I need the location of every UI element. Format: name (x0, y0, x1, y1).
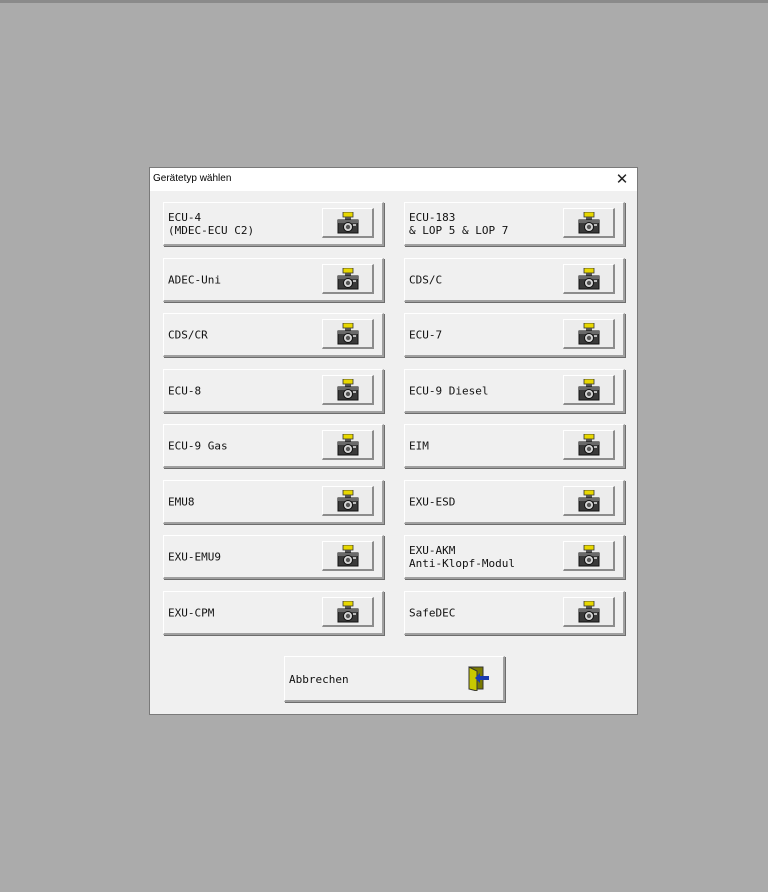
device-button-15[interactable]: EXU-CPM (163, 591, 384, 635)
camera-icon (337, 601, 359, 623)
device-button-12[interactable]: EXU-ESD (404, 480, 625, 524)
device-button-label: ECU-8 (168, 384, 201, 397)
exit-door-icon (468, 666, 489, 691)
device-label-line1: EXU-CPM (168, 606, 215, 619)
camera-icon (337, 323, 359, 345)
device-label-line1: EXU-ESD (409, 495, 456, 508)
device-button-4[interactable]: CDS/C (404, 258, 625, 302)
camera-icon-button[interactable] (563, 208, 615, 238)
cancel-button-label: Abbrechen (289, 673, 349, 686)
device-label-line1: ECU-4 (168, 210, 202, 224)
device-button-label: ADEC-Uni (168, 273, 221, 286)
device-label-line1: EMU8 (168, 495, 195, 508)
device-button-16[interactable]: SafeDEC (404, 591, 625, 635)
dialog-title: Gerätetyp wählen (153, 173, 232, 184)
device-label-line1: ECU-7 (409, 328, 443, 341)
device-button-label: EIM (409, 439, 429, 452)
camera-icon (578, 323, 600, 345)
device-button-label: EMU8 (168, 495, 195, 508)
close-button[interactable]: ✕ (613, 170, 631, 188)
camera-icon (578, 601, 600, 623)
device-button-label: EXU-CPM (168, 606, 214, 619)
camera-icon (337, 212, 359, 234)
device-button-11[interactable]: EMU8 (163, 480, 384, 524)
device-button-10[interactable]: EIM (404, 424, 625, 468)
device-label-line1: ECU-9 Gas (168, 439, 228, 452)
device-type-dialog: Gerätetyp wählen ✕ ECU-4 (MDEC-ECU C2) ECU… (149, 167, 638, 715)
device-label-line1: ECU-183 (409, 210, 456, 224)
camera-icon-button[interactable] (563, 541, 615, 571)
device-button-label: ECU-4 (MDEC-ECU C2) (168, 211, 254, 237)
device-label-line1: ADEC-Uni (168, 273, 221, 286)
camera-icon (578, 212, 600, 234)
device-button-label: EXU-AKM Anti-Klopf-Modul (409, 544, 515, 570)
camera-icon (337, 379, 359, 401)
camera-icon-button[interactable] (322, 597, 374, 627)
camera-icon (578, 545, 600, 567)
camera-icon-button[interactable] (322, 319, 374, 349)
camera-icon-button[interactable] (322, 375, 374, 405)
device-button-label: CDS/C (409, 273, 442, 286)
device-button-label: ECU-9 Gas (168, 439, 228, 452)
device-button-label: ECU-9 Diesel (409, 384, 488, 397)
camera-icon-button[interactable] (563, 486, 615, 516)
cancel-button[interactable]: Abbrechen (284, 656, 505, 702)
device-button-5[interactable]: CDS/CR (163, 313, 384, 357)
camera-icon (578, 268, 600, 290)
camera-icon-button[interactable] (322, 430, 374, 460)
device-button-2[interactable]: ECU-183 & LOP 5 & LOP 7 (404, 202, 625, 246)
camera-icon-button[interactable] (322, 541, 374, 571)
device-button-1[interactable]: ECU-4 (MDEC-ECU C2) (163, 202, 384, 246)
device-button-13[interactable]: EXU-EMU9 (163, 535, 384, 579)
device-label-line2: & LOP 5 & LOP 7 (409, 223, 509, 237)
device-button-label: ECU-183 & LOP 5 & LOP 7 (409, 211, 508, 237)
device-label-line2: Anti-Klopf-Modul (409, 556, 515, 570)
device-button-label: EXU-ESD (409, 495, 455, 508)
dialog-titlebar: Gerätetyp wählen ✕ (150, 168, 637, 191)
camera-icon-button[interactable] (563, 264, 615, 294)
device-label-line1: EIM (409, 439, 429, 452)
camera-icon (578, 379, 600, 401)
camera-icon-button[interactable] (322, 264, 374, 294)
device-button-label: SafeDEC (409, 606, 455, 619)
device-button-label: EXU-EMU9 (168, 550, 221, 563)
camera-icon-button[interactable] (563, 430, 615, 460)
device-button-label: CDS/CR (168, 328, 208, 341)
camera-icon-button[interactable] (563, 375, 615, 405)
device-button-label: ECU-7 (409, 328, 442, 341)
device-button-9[interactable]: ECU-9 Gas (163, 424, 384, 468)
camera-icon (337, 268, 359, 290)
device-label-line1: SafeDEC (409, 606, 456, 619)
device-label-line1: EXU-EMU9 (168, 550, 221, 563)
camera-icon (578, 434, 600, 456)
device-label-line1: EXU-AKM (409, 543, 456, 557)
camera-icon (337, 434, 359, 456)
device-label-line1: CDS/CR (168, 328, 208, 341)
device-label-line1: CDS/C (409, 273, 443, 286)
camera-icon-button[interactable] (563, 597, 615, 627)
screen-top-edge (0, 0, 768, 3)
camera-icon (337, 490, 359, 512)
camera-icon (337, 545, 359, 567)
camera-icon-button[interactable] (322, 486, 374, 516)
device-label-line1: ECU-9 Diesel (409, 384, 489, 397)
device-button-7[interactable]: ECU-8 (163, 369, 384, 413)
device-button-14[interactable]: EXU-AKM Anti-Klopf-Modul (404, 535, 625, 579)
device-button-3[interactable]: ADEC-Uni (163, 258, 384, 302)
camera-icon (578, 490, 600, 512)
camera-icon-button[interactable] (322, 208, 374, 238)
device-label-line1: ECU-8 (168, 384, 202, 397)
camera-icon-button[interactable] (563, 319, 615, 349)
device-label-line2: (MDEC-ECU C2) (168, 223, 255, 237)
device-button-6[interactable]: ECU-7 (404, 313, 625, 357)
device-button-8[interactable]: ECU-9 Diesel (404, 369, 625, 413)
